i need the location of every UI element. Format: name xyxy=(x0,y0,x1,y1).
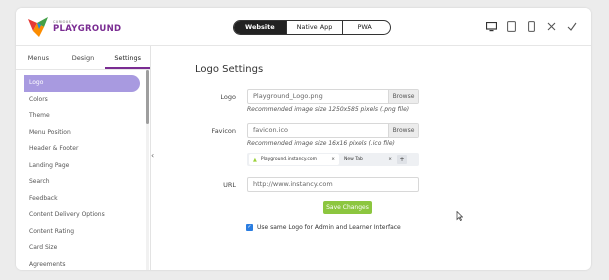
sidebar-item-logo[interactable]: Logo xyxy=(24,75,140,92)
same-logo-checkbox-row[interactable]: ✓ Use same Logo for Admin and Learner In… xyxy=(246,224,401,231)
mode-pwa[interactable]: PWA xyxy=(342,21,389,34)
app-window: CURIOUS PLAYGROUND Website Native App PW… xyxy=(16,8,591,270)
favicon-hint: Recommended image size 16x16 pixels (.ic… xyxy=(247,140,395,147)
sidebar-item-landing-page[interactable]: Landing Page xyxy=(16,158,150,175)
mode-website[interactable]: Website xyxy=(234,21,286,34)
preview-tab-close-icon: × xyxy=(331,157,335,162)
preview-new-tab-close-icon: × xyxy=(388,157,392,162)
settings-sidebar: Menus Design Settings Logo Colors Theme … xyxy=(16,46,151,270)
collapse-sidebar-icon[interactable]: ‹ xyxy=(151,151,154,160)
tab-design[interactable]: Design xyxy=(61,46,106,69)
sidebar-item-content-delivery-options[interactable]: Content Delivery Options xyxy=(16,207,150,224)
page-title: Logo Settings xyxy=(195,64,264,75)
logo-mark-icon xyxy=(28,17,50,37)
favicon-browse-button[interactable]: Browse xyxy=(388,124,418,137)
favicon-field[interactable]: favicon.ico Browse xyxy=(247,123,419,138)
mobile-icon[interactable] xyxy=(526,21,537,32)
logo-field[interactable]: Playground_Logo.png Browse xyxy=(247,89,419,104)
scrollbar-thumb[interactable] xyxy=(146,70,149,124)
preview-toolbar xyxy=(486,21,577,32)
url-input[interactable]: http://www.instancy.com xyxy=(247,177,419,192)
logo-filename: Playground_Logo.png xyxy=(253,92,323,100)
favicon-preview-icon: ▲ xyxy=(253,156,257,163)
tab-menus[interactable]: Menus xyxy=(16,46,61,69)
preview-plus-icon: + xyxy=(397,155,407,164)
mode-native-app[interactable]: Native App xyxy=(285,21,343,34)
app-logo: CURIOUS PLAYGROUND xyxy=(28,17,121,37)
check-icon[interactable] xyxy=(566,21,577,32)
sidebar-item-colors[interactable]: Colors xyxy=(16,92,150,109)
logo-label: Logo xyxy=(220,93,236,101)
top-bar: CURIOUS PLAYGROUND Website Native App PW… xyxy=(16,8,591,46)
sidebar-item-content-rating[interactable]: Content Rating xyxy=(16,224,150,241)
main-content: Logo Settings Logo Playground_Logo.png B… xyxy=(171,46,591,270)
favicon-preview: ▲ Playground.instancy.com × New Tab × + xyxy=(247,153,419,166)
tablet-icon[interactable] xyxy=(506,21,517,32)
same-logo-label: Use same Logo for Admin and Learner Inte… xyxy=(257,224,401,231)
sidebar-item-agreements[interactable]: Agreements xyxy=(16,257,150,271)
favicon-label: Favicon xyxy=(211,127,236,135)
preview-tab-active: ▲ Playground.instancy.com × xyxy=(249,154,339,165)
url-value: http://www.instancy.com xyxy=(253,180,333,188)
sidebar-item-feedback[interactable]: Feedback xyxy=(16,191,150,208)
url-label: URL xyxy=(223,181,236,189)
tab-settings[interactable]: Settings xyxy=(105,46,151,69)
sidebar-item-menu-position[interactable]: Menu Position xyxy=(16,125,150,142)
mouse-cursor-icon xyxy=(456,210,464,224)
same-logo-checkbox[interactable]: ✓ xyxy=(246,224,253,231)
sidebar-item-header-footer[interactable]: Header & Footer xyxy=(16,141,150,158)
sidebar-menu: Logo Colors Theme Menu Position Header &… xyxy=(16,70,150,270)
favicon-filename: favicon.ico xyxy=(253,126,289,134)
sidebar-item-card-size[interactable]: Card Size xyxy=(16,240,150,257)
platform-switcher: Website Native App PWA xyxy=(233,20,391,35)
desktop-icon[interactable] xyxy=(486,21,497,32)
preview-new-tab-title: New Tab xyxy=(344,157,363,162)
sidebar-item-theme[interactable]: Theme xyxy=(16,108,150,125)
preview-tab-title: Playground.instancy.com xyxy=(260,157,317,162)
sidebar-tabs: Menus Design Settings xyxy=(16,46,151,70)
logo-hint: Recommended image size 1250x585 pixels (… xyxy=(247,106,410,113)
sidebar-scrollbar[interactable] xyxy=(146,70,149,270)
logo-big-text: PLAYGROUND xyxy=(53,24,122,34)
close-icon[interactable] xyxy=(546,21,557,32)
save-changes-button[interactable]: Save Changes xyxy=(323,201,372,214)
logo-browse-button[interactable]: Browse xyxy=(388,90,418,103)
preview-tab-new: New Tab × xyxy=(339,157,397,162)
sidebar-item-search[interactable]: Search xyxy=(16,174,150,191)
